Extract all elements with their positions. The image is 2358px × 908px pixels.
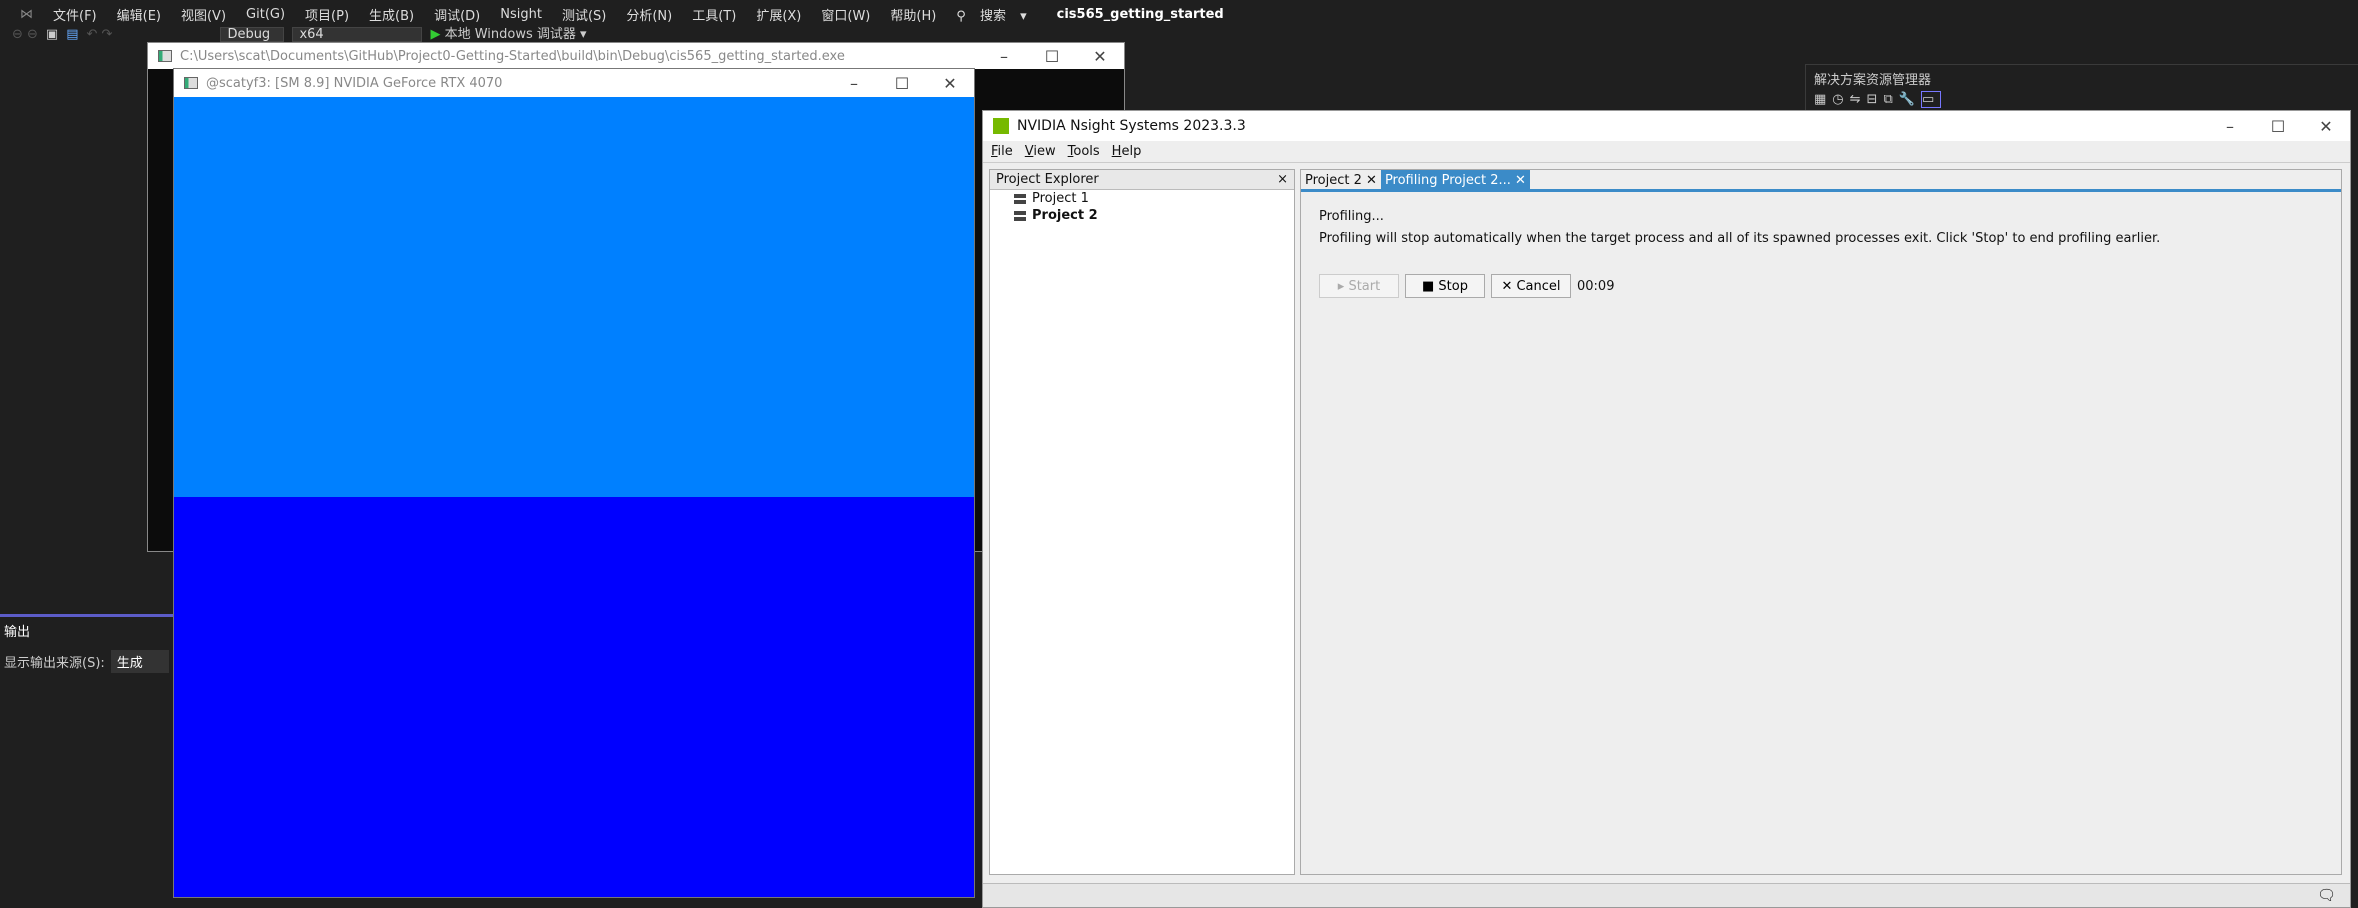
preview-icon[interactable]: ▭ [1920, 91, 1942, 108]
cancel-button[interactable]: ✕ Cancel [1491, 274, 1571, 298]
sync-icon[interactable]: ⇋ [1850, 92, 1867, 107]
vs-logo-icon: ⋈ [20, 6, 33, 22]
project-icon [1014, 193, 1026, 204]
run-button[interactable]: ▶ 本地 Windows 调试器 ▾ [430, 26, 586, 42]
menu-nsight[interactable]: Nsight [490, 7, 552, 22]
notifications-icon[interactable]: 🗨 [2317, 886, 2336, 904]
tab-project-2[interactable]: Project 2 ✕ [1301, 170, 1381, 189]
main-area: Project 2 ✕ Profiling Project 2... ✕ Pro… [1300, 169, 2342, 875]
close-button[interactable]: ✕ [926, 74, 974, 93]
render-bottom-half [174, 497, 974, 897]
solution-explorer-title: 解决方案资源管理器 [1814, 73, 1932, 88]
menu-project[interactable]: 项目(P) [295, 5, 359, 24]
project-explorer-close-button[interactable]: × [1277, 172, 1288, 187]
tab-close-icon[interactable]: ✕ [1366, 173, 1377, 188]
copy-icon[interactable]: ⧉ [1883, 92, 1898, 107]
console-titlebar[interactable]: C:\Users\scat\Documents\GitHub\Project0-… [148, 43, 1124, 69]
nsight-titlebar[interactable]: NVIDIA Nsight Systems 2023.3.3 – ☐ ✕ [983, 111, 2350, 141]
project-icon [1014, 210, 1026, 221]
menu-analyze[interactable]: 分析(N) [616, 5, 682, 24]
output-panel: 输出 显示输出来源(S): 生成 [0, 614, 173, 908]
project-explorer: Project Explorer × Project 1 Project 2 [989, 169, 1295, 875]
vs-switch-view-icon[interactable]: ▦ [1814, 92, 1832, 107]
glfw-window[interactable]: @scatyf3: [SM 8.9] NVIDIA GeForce RTX 40… [173, 68, 975, 898]
menu-view[interactable]: View [1025, 144, 1056, 159]
glfw-titlebar[interactable]: @scatyf3: [SM 8.9] NVIDIA GeForce RTX 40… [174, 69, 974, 97]
elapsed-time: 00:09 [1577, 278, 1615, 294]
run-label: 本地 Windows 调试器 [444, 26, 576, 42]
back-icon[interactable]: ⊖ ⊖ [12, 27, 38, 42]
tab-profiling[interactable]: Profiling Project 2... ✕ [1380, 170, 1530, 189]
maximize-button[interactable]: ☐ [878, 74, 926, 93]
stop-button[interactable]: ■ Stop [1405, 274, 1485, 298]
project-item[interactable]: Project 2 [990, 207, 1294, 224]
minimize-button[interactable]: – [2206, 117, 2254, 136]
glfw-title: @scatyf3: [SM 8.9] NVIDIA GeForce RTX 40… [206, 75, 503, 91]
project-item[interactable]: Project 1 [990, 190, 1294, 207]
undo-icon[interactable]: ↶ ↷ [87, 27, 113, 42]
menu-view[interactable]: 视图(V) [171, 5, 236, 24]
vs-menubar: ⋈ 文件(F) 编辑(E) 视图(V) Git(G) 项目(P) 生成(B) 调… [0, 0, 2358, 28]
platform-select[interactable]: x64 [292, 27, 423, 42]
output-source-select[interactable]: 生成 [110, 650, 169, 673]
search-button[interactable]: ⚲ 搜索 ▾ [946, 5, 1036, 24]
maximize-button[interactable]: ☐ [2254, 117, 2302, 136]
menu-help[interactable]: Help [1112, 144, 1142, 159]
nsight-window[interactable]: NVIDIA Nsight Systems 2023.3.3 – ☐ ✕ File … [982, 110, 2351, 908]
vs-toolbar: ⊖ ⊖ ▣ ▤ ↶ ↷ Debug x64 ▶ 本地 Windows 调试器 ▾ [0, 27, 2358, 42]
close-button[interactable]: ✕ [2302, 117, 2350, 136]
render-top-half [174, 97, 974, 497]
menu-build[interactable]: 生成(B) [359, 5, 424, 24]
tab-label: Profiling Project 2... [1384, 173, 1511, 188]
output-title: 输出 [4, 625, 31, 640]
project-explorer-title: Project Explorer [996, 172, 1099, 187]
history-icon[interactable]: ◷ [1832, 92, 1849, 107]
glfw-app-icon [184, 77, 198, 89]
menu-tools[interactable]: Tools [1068, 144, 1100, 159]
play-icon: ▶ [430, 26, 441, 42]
minimize-button[interactable]: – [830, 74, 878, 93]
collapse-icon[interactable]: ⊟ [1867, 92, 1884, 107]
menu-window[interactable]: 窗口(W) [811, 5, 880, 24]
menu-git[interactable]: Git(G) [236, 7, 295, 22]
close-button[interactable]: ✕ [1076, 47, 1124, 66]
solution-title: cis565_getting_started [1056, 6, 1224, 22]
minimize-button[interactable]: – [980, 47, 1028, 66]
maximize-button[interactable]: ☐ [1028, 47, 1076, 66]
search-label: 搜索 [979, 8, 1006, 24]
menu-extensions[interactable]: 扩展(X) [746, 5, 811, 24]
tab-bar: Project 2 ✕ Profiling Project 2... ✕ [1301, 170, 2341, 192]
menu-debug[interactable]: 调试(D) [424, 5, 490, 24]
menu-test[interactable]: 测试(S) [552, 5, 616, 24]
menu-file[interactable]: File [991, 144, 1013, 159]
nsight-menubar: File View Tools Help [983, 141, 2350, 163]
solution-explorer-toolbar: ▦◷⇋⊟⧉🔧▭ [1814, 91, 2350, 108]
new-project-icon[interactable]: ▣ [46, 27, 58, 42]
config-select[interactable]: Debug [220, 27, 285, 42]
menu-file[interactable]: 文件(F) [43, 5, 107, 24]
status-bar: 🗨 [983, 883, 2350, 907]
profiling-status: Profiling... [1319, 209, 1384, 224]
menu-help[interactable]: 帮助(H) [880, 5, 946, 24]
console-title: C:\Users\scat\Documents\GitHub\Project0-… [180, 48, 845, 64]
output-source-label: 显示输出来源(S): [4, 656, 105, 671]
menu-tools[interactable]: 工具(T) [682, 5, 746, 24]
nsight-logo-icon [993, 118, 1009, 134]
menu-edit[interactable]: 编辑(E) [107, 5, 171, 24]
nsight-title: NVIDIA Nsight Systems 2023.3.3 [1017, 118, 1246, 134]
tab-label: Project 2 [1305, 173, 1362, 188]
profiling-message: Profiling will stop automatically when t… [1319, 231, 2161, 246]
project-label: Project 1 [1032, 191, 1089, 206]
console-app-icon [158, 50, 172, 62]
project-label: Project 2 [1032, 208, 1098, 223]
solution-explorer-panel: 解决方案资源管理器 ▦◷⇋⊟⧉🔧▭ [1805, 64, 2358, 114]
wrench-icon[interactable]: 🔧 [1899, 92, 1921, 107]
tab-close-icon[interactable]: ✕ [1515, 173, 1526, 188]
start-button[interactable]: ▸ Start [1319, 274, 1399, 298]
save-icon[interactable]: ▤ [66, 27, 78, 42]
